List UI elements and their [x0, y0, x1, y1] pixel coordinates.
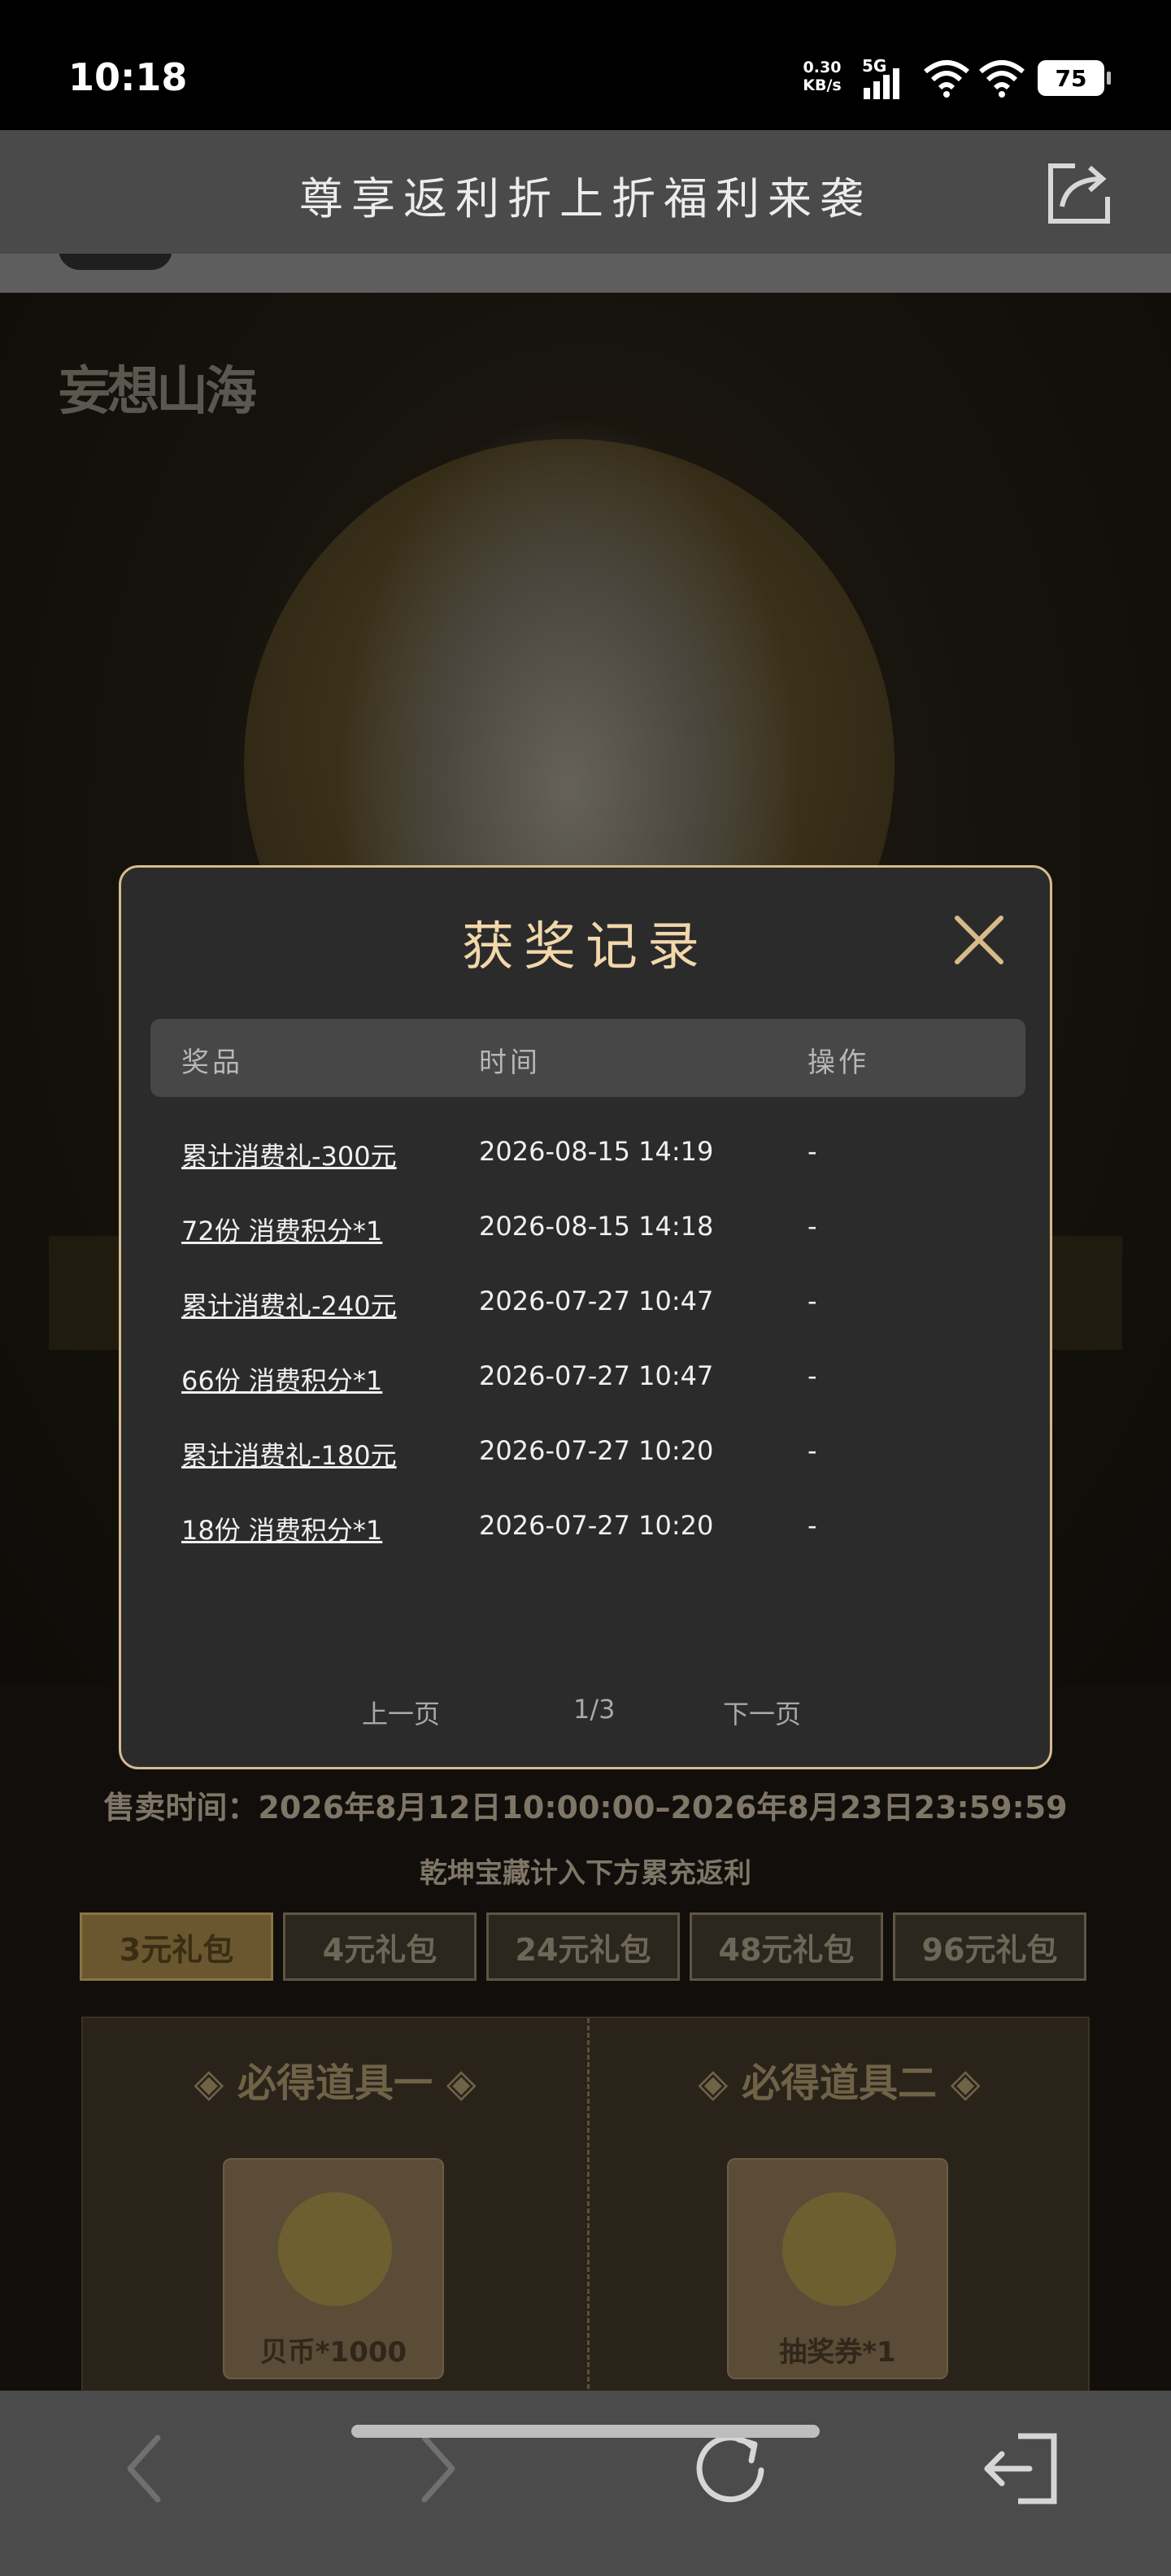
record-action: -	[808, 1360, 817, 1391]
header-subbar	[0, 249, 1171, 293]
page-title: 尊享返利折上折福利来袭	[299, 173, 872, 224]
signal-icon: 5G	[860, 56, 912, 106]
prize-record-dialog: 获奖记录 奖品 时间 操作 累计消费礼-300元 2026-08-15 14:1…	[119, 865, 1052, 1769]
table-row: 72份 消费积分*1 2026-08-15 14:18 -	[121, 1211, 1055, 1286]
prize-link[interactable]: 累计消费礼-180元	[181, 1435, 397, 1473]
record-list: 累计消费礼-300元 2026-08-15 14:19 - 72份 消费积分*1…	[121, 1136, 1055, 1585]
record-time: 2026-08-15 14:18	[479, 1211, 714, 1242]
gift-title: ◈ 必得道具一 ◈	[194, 2060, 477, 2106]
pack-tab[interactable]: 4元礼包	[283, 1912, 477, 1981]
exit-icon[interactable]	[973, 2420, 1070, 2517]
pagination: 上一页 1/3 下一页	[121, 1694, 1055, 1734]
pack-tabs: 3元礼包 4元礼包 24元礼包 48元礼包 96元礼包	[80, 1912, 1086, 1981]
table-header: 奖品 时间 操作	[150, 1019, 1025, 1097]
column-header-action: 操作	[808, 1046, 869, 1079]
prev-page-button[interactable]: 上一页	[362, 1694, 440, 1731]
table-row: 累计消费礼-180元 2026-07-27 10:20 -	[121, 1435, 1055, 1510]
pack-tab[interactable]: 96元礼包	[893, 1912, 1086, 1981]
gift-card: 贝币*1000	[223, 2158, 444, 2379]
record-action: -	[808, 1211, 817, 1242]
battery-indicator: 75	[1038, 60, 1111, 96]
pack-tab[interactable]: 24元礼包	[486, 1912, 680, 1981]
page-indicator: 1/3	[573, 1694, 616, 1725]
record-time: 2026-07-27 10:20	[479, 1510, 714, 1541]
share-icon[interactable]	[1043, 156, 1116, 229]
column-header-time: 时间	[479, 1046, 541, 1079]
record-action: -	[808, 1510, 817, 1541]
network-type: 5G	[862, 57, 886, 76]
prize-link[interactable]: 18份 消费积分*1	[181, 1510, 382, 1547]
pack-tab[interactable]: 3元礼包	[80, 1912, 273, 1981]
dialog-title: 获奖记录	[462, 917, 709, 977]
home-indicator[interactable]	[351, 2425, 820, 2438]
table-row: 66份 消费积分*1 2026-07-27 10:47 -	[121, 1360, 1055, 1435]
wifi-icon	[922, 57, 971, 101]
wifi-icon	[977, 57, 1026, 101]
record-time: 2026-07-27 10:47	[479, 1360, 714, 1391]
prize-link[interactable]: 累计消费礼-300元	[181, 1136, 397, 1173]
gift-label: 抽奖券*1	[779, 2336, 896, 2369]
prize-link[interactable]: 66份 消费积分*1	[181, 1360, 382, 1398]
record-action: -	[808, 1286, 817, 1316]
network-speed-value: 0.30	[803, 59, 842, 76]
network-speed-unit: KB/s	[803, 76, 842, 94]
shell-coin-icon	[278, 2192, 392, 2306]
close-icon[interactable]	[951, 912, 1008, 968]
table-row: 18份 消费积分*1 2026-07-27 10:20 -	[121, 1510, 1055, 1585]
record-action: -	[808, 1136, 817, 1167]
page-header: 尊享返利折上折福利来袭	[0, 130, 1171, 254]
browser-bottom-bar	[0, 2391, 1171, 2576]
lottery-ticket-icon	[782, 2192, 896, 2306]
gift-label: 贝币*1000	[259, 2336, 407, 2369]
column-header-prize: 奖品	[181, 1046, 243, 1079]
next-page-button[interactable]: 下一页	[723, 1694, 801, 1731]
app-root: 10:18 0.30 KB/s 5G 75 尊享返利折上折福利来袭 售卖时间：2…	[0, 0, 1171, 2576]
record-time: 2026-07-27 10:20	[479, 1435, 714, 1466]
gift-title: ◈ 必得道具二 ◈	[698, 2060, 981, 2106]
record-time: 2026-08-15 14:19	[479, 1136, 714, 1167]
table-row: 累计消费礼-240元 2026-07-27 10:47 -	[121, 1286, 1055, 1360]
pack-tab[interactable]: 48元礼包	[690, 1912, 883, 1981]
gift-card: 抽奖券*1	[727, 2158, 948, 2379]
record-action: -	[808, 1435, 817, 1466]
sale-time: 售卖时间：2026年8月12日10:00:00–2026年8月23日23:59:…	[103, 1790, 1068, 1825]
prize-link[interactable]: 累计消费礼-240元	[181, 1286, 397, 1323]
prize-link[interactable]: 72份 消费积分*1	[181, 1211, 382, 1248]
network-speed: 0.30 KB/s	[800, 59, 844, 94]
back-icon[interactable]	[98, 2420, 195, 2517]
sale-note: 乾坤宝藏计入下方累充返利	[420, 1857, 751, 1890]
clock: 10:18	[68, 55, 188, 99]
status-bar: 10:18 0.30 KB/s 5G 75	[0, 0, 1171, 130]
table-row: 累计消费礼-300元 2026-08-15 14:19 -	[121, 1136, 1055, 1211]
record-time: 2026-07-27 10:47	[479, 1286, 714, 1316]
